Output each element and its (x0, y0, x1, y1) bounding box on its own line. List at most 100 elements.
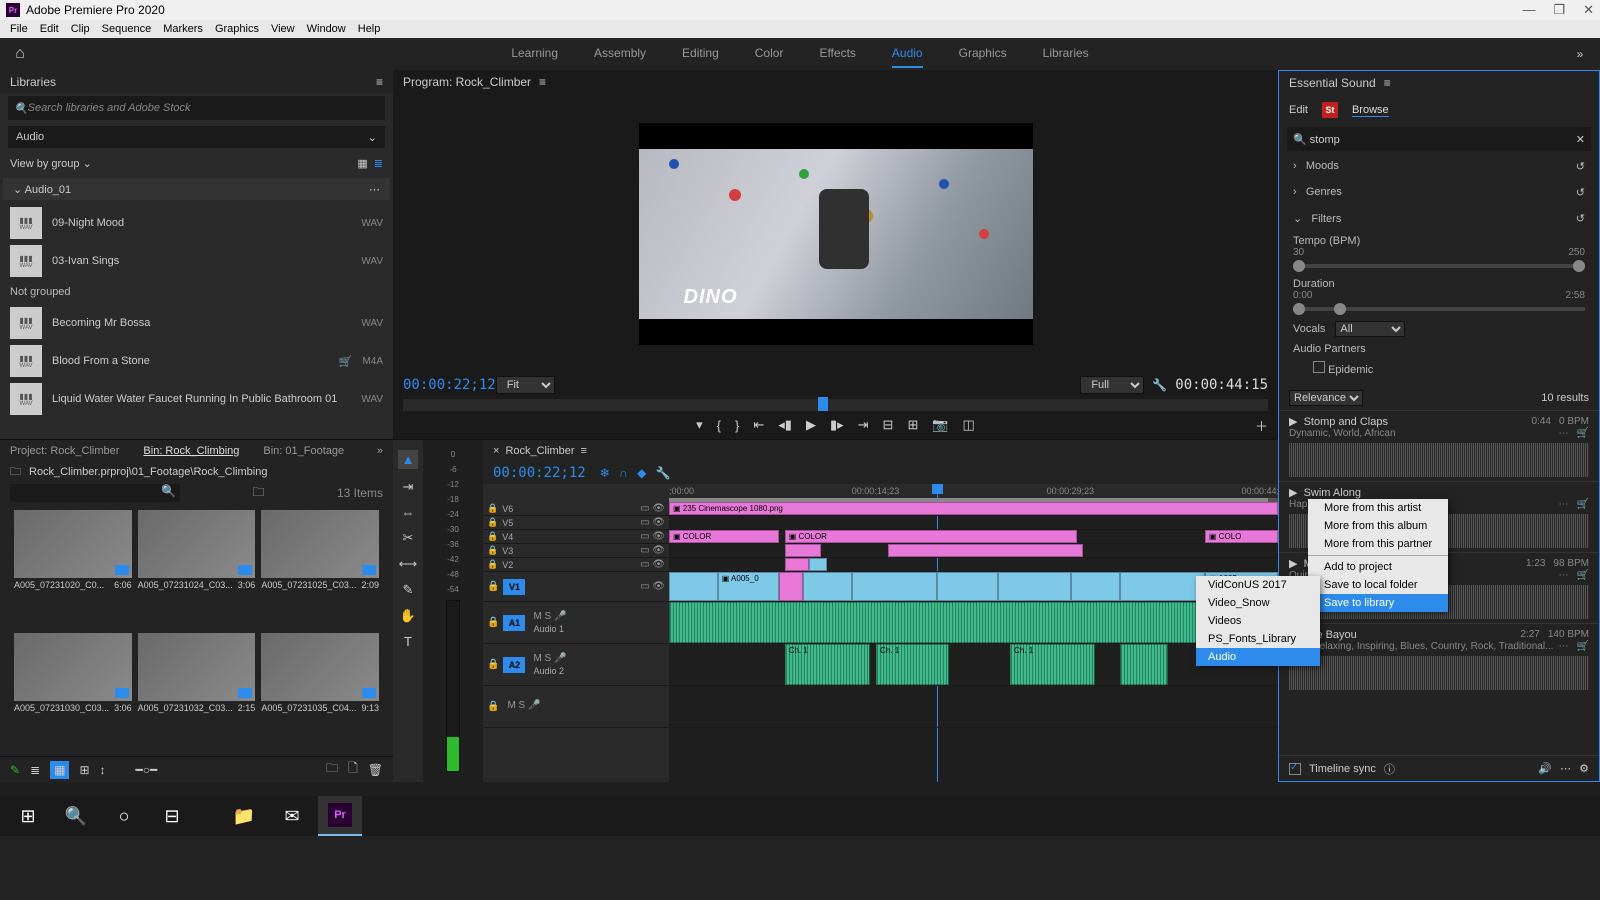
new-icon[interactable]: 🗋 (348, 759, 358, 780)
trash-icon[interactable]: 🗑 (368, 763, 383, 777)
filters-row[interactable]: ⌄ Filters↺ (1279, 205, 1599, 231)
mail-icon[interactable]: ✉ (270, 796, 314, 836)
sort-icon[interactable]: ↕ (100, 763, 106, 777)
audio-track-header[interactable]: 🔒M S 🎤 (483, 686, 669, 728)
clip[interactable] (998, 572, 1071, 601)
sound-result[interactable]: ▶ Stomp and Claps0:440 BPMDynamic, World… (1279, 410, 1599, 481)
video-track-header[interactable]: 🔒V6▭ 👁 (483, 502, 669, 516)
context-menu-item[interactable]: More from this partner (1308, 535, 1448, 553)
sort-select[interactable]: Relevance (1289, 390, 1363, 406)
menu-window[interactable]: Window (303, 23, 350, 35)
comparison-icon[interactable]: ◫ (963, 417, 975, 433)
library-group-header[interactable]: ⌄ Audio_01⋯ (3, 178, 390, 200)
project-tab[interactable]: Project: Rock_Climber (10, 445, 119, 457)
clip[interactable] (1071, 572, 1120, 601)
library-item[interactable]: ▮▮▮WAVBlood From a Stone🛒M4A (0, 342, 393, 380)
current-timecode[interactable]: 00:00:22;12 (403, 377, 496, 393)
cart-icon[interactable]: 🛒 (1577, 570, 1589, 581)
panel-menu-icon[interactable]: ≡ (539, 75, 546, 89)
step-back-icon[interactable]: ◂▮ (778, 417, 792, 433)
slip-icon[interactable]: ⟷ (399, 556, 418, 572)
workspace-libraries[interactable]: Libraries (1043, 40, 1089, 68)
more-icon[interactable]: ⋯ (369, 183, 380, 196)
clip[interactable] (669, 572, 718, 601)
clip[interactable]: ▣ COLOR (785, 530, 1077, 543)
marker-icon[interactable]: ▾ (696, 417, 703, 433)
new-item-icon[interactable]: 🗀 (326, 759, 338, 780)
sound-result[interactable]: ▶ The Bayou2:27140 BPMSad, Relaxing, Ins… (1279, 623, 1599, 694)
epidemic-checkbox[interactable] (1313, 361, 1325, 373)
clip[interactable]: ▣ COLOR (669, 530, 779, 543)
save-to-library-submenu[interactable]: VidConUS 2017Video_SnowVideosPS_Fonts_Li… (1196, 576, 1320, 666)
extract-icon[interactable]: ⊞ (907, 417, 918, 433)
cortana-button[interactable]: ○ (102, 796, 146, 836)
clip-item[interactable]: A005_07231035_C04...9:13 (261, 633, 379, 750)
clip[interactable] (809, 558, 827, 571)
selection-tool-icon[interactable]: ▲ (398, 450, 419, 469)
close-tab-icon[interactable]: × (493, 445, 499, 457)
workspace-audio[interactable]: Audio (892, 40, 923, 68)
clip[interactable]: ▣ 235 Cinemascope 1080.png (669, 502, 1278, 515)
info-icon[interactable]: ⓘ (1384, 761, 1395, 777)
close-button[interactable]: ✕ (1583, 2, 1594, 18)
video-track-header[interactable]: 🔒V1▭ 👁 (483, 572, 669, 602)
audio-clip[interactable] (669, 602, 1278, 643)
panel-overflow-icon[interactable]: » (377, 445, 383, 457)
submenu-item[interactable]: Audio (1196, 648, 1320, 666)
submenu-item[interactable]: VidConUS 2017 (1196, 576, 1320, 594)
track-select-icon[interactable]: ⇥ (403, 479, 414, 495)
video-track-header[interactable]: 🔒V4▭ 👁 (483, 530, 669, 544)
reset-icon[interactable]: ↺ (1576, 186, 1585, 199)
audio-clip[interactable]: Ch. 1 (785, 644, 870, 685)
context-menu-item[interactable]: Save to local folder (1308, 576, 1448, 594)
audio-clip[interactable]: Ch. 1 (876, 644, 949, 685)
pen-tool-icon[interactable]: ✎ (403, 582, 414, 598)
fit-select[interactable]: Fit (496, 376, 555, 394)
more-icon[interactable]: ⋯ (1559, 428, 1569, 439)
video-track-header[interactable]: 🔒V5▭ 👁 (483, 516, 669, 530)
video-track-header[interactable]: 🔒V2▭ 👁 (483, 558, 669, 572)
marker-tl-icon[interactable]: ◆ (637, 466, 646, 480)
vocals-select[interactable]: All (1335, 321, 1405, 337)
button-editor-icon[interactable]: ＋ (1255, 416, 1268, 435)
start-button[interactable]: ⊞ (6, 796, 50, 836)
library-item[interactable]: ▮▮▮WAV03-Ivan SingsWAV (0, 242, 393, 280)
submenu-item[interactable]: PS_Fonts_Library (1196, 630, 1320, 648)
tempo-slider[interactable] (1293, 264, 1585, 268)
clip[interactable] (779, 572, 803, 601)
context-menu-item[interactable]: More from this album (1308, 517, 1448, 535)
home-icon[interactable]: ⌂ (0, 45, 40, 63)
list-view-icon[interactable]: ≣ (374, 157, 383, 170)
more-icon[interactable]: ⋯ (1560, 762, 1571, 775)
clip[interactable] (1120, 572, 1205, 601)
library-item[interactable]: ▮▮▮WAVLiquid Water Water Faucet Running … (0, 380, 393, 418)
clip-item[interactable]: A005_07231030_C03...3:06 (14, 633, 132, 750)
panel-menu-icon[interactable]: ≡ (581, 445, 587, 457)
moods-row[interactable]: › Moods↺ (1279, 153, 1599, 179)
menu-help[interactable]: Help (354, 23, 385, 35)
minimize-button[interactable]: — (1522, 2, 1535, 18)
new-bin-icon[interactable]: 🗀 (252, 483, 264, 504)
explorer-icon[interactable]: 📁 (222, 796, 266, 836)
submenu-item[interactable]: Videos (1196, 612, 1320, 630)
es-search[interactable]: 🔍 stomp ✕ (1287, 127, 1591, 151)
scale-select[interactable]: Full (1080, 376, 1144, 394)
browse-tab[interactable]: Browse (1352, 104, 1389, 117)
context-menu[interactable]: More from this artistMore from this albu… (1308, 499, 1448, 612)
premiere-taskbar-icon[interactable]: Pr (318, 796, 362, 836)
menu-file[interactable]: File (6, 23, 32, 35)
search-button[interactable]: 🔍 (54, 796, 98, 836)
reset-icon[interactable]: ↺ (1576, 160, 1585, 173)
libraries-search[interactable]: 🔍 Search libraries and Adobe Stock (8, 96, 385, 120)
settings-tl-icon[interactable]: 🔧 (656, 466, 671, 480)
go-to-in-icon[interactable]: ⇤ (753, 417, 764, 433)
clip-item[interactable]: A005_07231025_C03...2:09 (261, 510, 379, 627)
play-icon[interactable]: ▶ (806, 417, 816, 433)
export-frame-icon[interactable]: 📷 (932, 417, 948, 433)
edit-tab[interactable]: Edit (1289, 104, 1308, 116)
duration-slider[interactable] (1293, 307, 1585, 311)
panel-menu-icon[interactable]: ≡ (376, 75, 383, 89)
maximize-button[interactable]: ❐ (1553, 2, 1565, 18)
timeline-timecode[interactable]: 00:00:22;12 (493, 465, 586, 481)
more-icon[interactable]: ⋯ (1559, 570, 1569, 581)
